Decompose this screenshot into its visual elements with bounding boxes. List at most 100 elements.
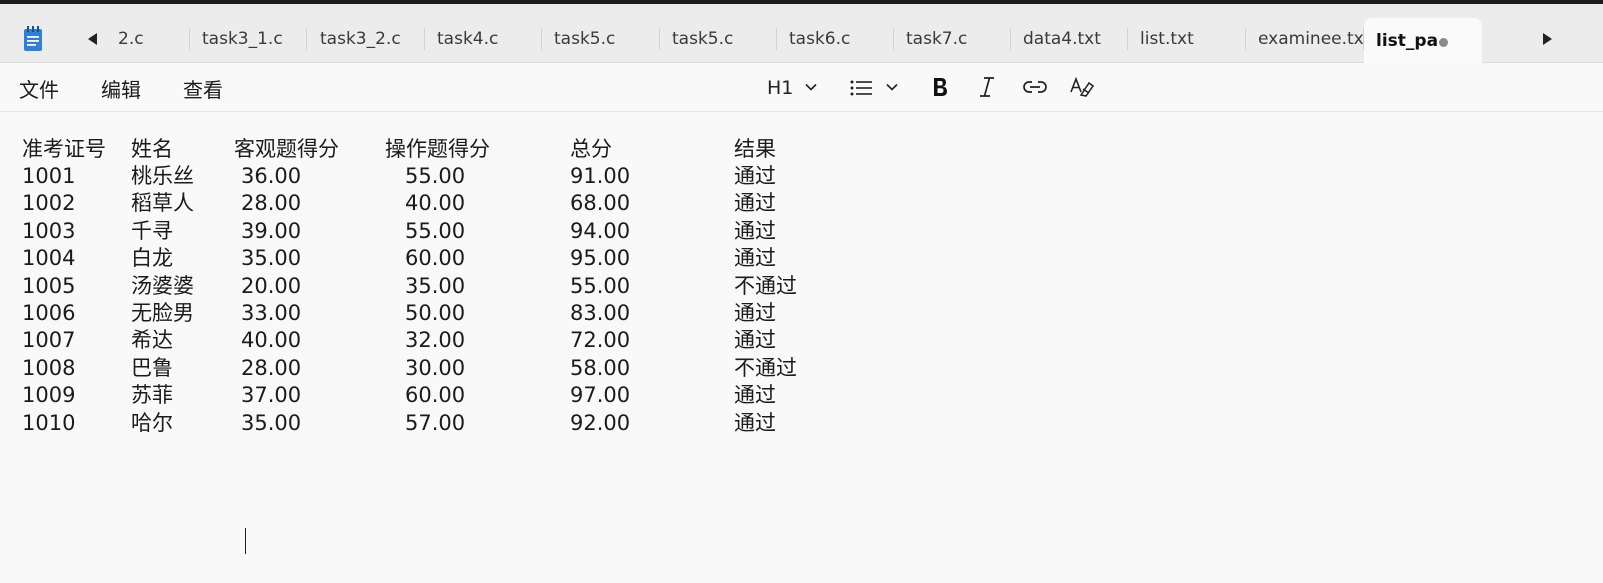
cell-exam-id: 1002: [22, 191, 76, 216]
bold-icon: [930, 75, 950, 99]
notepad-icon: [22, 26, 44, 52]
tab-task7[interactable]: task7.c: [894, 16, 1011, 62]
cell-total-score: 91.00: [570, 164, 631, 188]
cell-result: 通过: [734, 191, 776, 216]
header-name: 姓名: [131, 137, 173, 161]
cell-exam-id: 1005: [22, 273, 76, 298]
menu-toolbar: 文件 编辑 查看 H1: [0, 63, 1603, 112]
tab-2c[interactable]: 2.c: [112, 16, 190, 62]
cell-name: 巴鲁: [131, 355, 173, 380]
tab-label: task7.c: [906, 29, 968, 49]
cell-practical-score: 40.00: [405, 191, 466, 216]
cell-exam-id: 1007: [22, 328, 76, 353]
table-row: 1002 稻草人 28.00 40.00 68.00 通过: [0, 189, 900, 217]
table-row: 1003 千寻 39.00 55.00 94.00 通过: [0, 217, 900, 245]
clear-formatting-button[interactable]: [1069, 75, 1095, 101]
cell-practical-score: 60.00: [405, 246, 466, 271]
cell-practical-score: 30.00: [405, 355, 466, 380]
cell-exam-id: 1009: [22, 383, 76, 408]
tab-examinee[interactable]: examinee.txt: [1246, 16, 1364, 62]
cell-name: 白龙: [131, 246, 173, 271]
link-button[interactable]: [1022, 75, 1048, 101]
tab-label: task5.c: [554, 29, 616, 49]
cell-practical-score: 55.00: [405, 218, 466, 243]
cell-exam-id: 1004: [22, 246, 76, 271]
tab-label: task4.c: [437, 29, 499, 49]
table-row: 1001 桃乐丝 36.00 55.00 91.00 通过: [0, 162, 900, 190]
tab-task6[interactable]: task6.c: [777, 16, 894, 62]
cell-result: 通过: [734, 164, 776, 188]
editor-content[interactable]: 准考证号 姓名 客观题得分 操作题得分 总分 结果 1001 桃乐丝 36.00 55.00 91.…: [0, 112, 1603, 583]
tab-label: task3_1.c: [202, 29, 283, 49]
cell-result: 通过: [734, 246, 776, 271]
cell-name: 稻草人: [131, 191, 194, 216]
tab-label: 2.c: [118, 29, 144, 49]
cell-objective-score: 28.00: [241, 191, 302, 216]
header-objective-score: 客观题得分: [234, 137, 339, 161]
cell-total-score: 68.00: [570, 191, 631, 216]
header-total-score: 总分: [570, 137, 612, 161]
italic-icon: [977, 75, 997, 99]
cell-result: 通过: [734, 301, 776, 325]
table-row: 1005 汤婆婆 20.00 35.00 55.00 不通过: [0, 272, 900, 300]
tab-label: list.txt: [1140, 29, 1194, 49]
heading-dropdown[interactable]: H1: [767, 75, 821, 101]
table-row: 1004 白龙 35.00 60.00 95.00 通过: [0, 244, 900, 272]
tab-bar: 2.c task3_1.c task3_2.c task4.c task5.c task5…: [0, 4, 1603, 66]
cell-objective-score: 28.00: [241, 355, 302, 380]
tab-task3-1[interactable]: task3_1.c: [190, 16, 307, 62]
tab-task4[interactable]: task4.c: [425, 16, 542, 62]
bulleted-list-icon: [850, 78, 874, 98]
cell-result: 通过: [734, 218, 776, 243]
cell-name: 希达: [131, 328, 173, 353]
cell-exam-id: 1010: [22, 410, 76, 435]
cell-result: 通过: [734, 410, 776, 435]
table-row: 1008 巴鲁 28.00 30.00 58.00 不通过: [0, 354, 900, 382]
menu-view[interactable]: 查看: [183, 74, 223, 103]
header-practical-score: 操作题得分: [385, 137, 490, 161]
cell-practical-score: 55.00: [405, 164, 466, 188]
cell-exam-id: 1006: [22, 301, 76, 325]
cell-name: 哈尔: [131, 410, 173, 435]
tab-label: examinee.txt: [1258, 29, 1364, 49]
bold-button[interactable]: [930, 75, 950, 101]
cell-total-score: 83.00: [570, 301, 631, 325]
link-icon: [1022, 75, 1048, 99]
header-result: 结果: [734, 137, 776, 161]
cell-total-score: 92.00: [570, 410, 631, 435]
cell-name: 苏菲: [131, 383, 173, 408]
tab-data4[interactable]: data4.txt: [1011, 16, 1128, 62]
cell-result: 通过: [734, 383, 776, 408]
cell-total-score: 58.00: [570, 355, 631, 380]
table-row: 1010 哈尔 35.00 57.00 92.00 通过: [0, 409, 900, 437]
cell-total-score: 95.00: [570, 246, 631, 271]
cell-objective-score: 39.00: [241, 218, 302, 243]
list-dropdown[interactable]: [850, 75, 902, 101]
table-row: 1006 无脸男 33.00 50.00 83.00 通过: [0, 299, 900, 327]
cell-result: 不通过: [734, 273, 797, 298]
cell-practical-score: 60.00: [405, 383, 466, 408]
caret-right-icon[interactable]: [1543, 33, 1552, 45]
tab-list[interactable]: list.txt: [1128, 16, 1246, 62]
clear-formatting-icon: [1069, 75, 1095, 99]
chevron-down-icon: [886, 81, 898, 93]
menu-edit[interactable]: 编辑: [101, 74, 141, 103]
tab-task5-2[interactable]: task5.c: [660, 16, 777, 62]
cell-result: 通过: [734, 328, 776, 353]
tab-list-pa[interactable]: list_pa: [1364, 18, 1482, 66]
italic-button[interactable]: [977, 75, 997, 101]
cell-objective-score: 36.00: [241, 164, 302, 188]
cell-name: 无脸男: [131, 301, 194, 325]
cell-total-score: 55.00: [570, 273, 631, 298]
caret-left-icon[interactable]: [88, 33, 97, 45]
cell-objective-score: 35.00: [241, 410, 302, 435]
chevron-down-icon: [805, 81, 817, 93]
tab-label: task3_2.c: [320, 29, 401, 49]
tab-task3-2[interactable]: task3_2.c: [308, 16, 425, 62]
tab-task5[interactable]: task5.c: [542, 16, 660, 62]
cell-exam-id: 1001: [22, 164, 76, 188]
cell-exam-id: 1003: [22, 218, 76, 243]
menu-file[interactable]: 文件: [19, 74, 59, 103]
table-row: 1009 苏菲 37.00 60.00 97.00 通过: [0, 381, 900, 409]
cell-name: 汤婆婆: [131, 273, 194, 298]
